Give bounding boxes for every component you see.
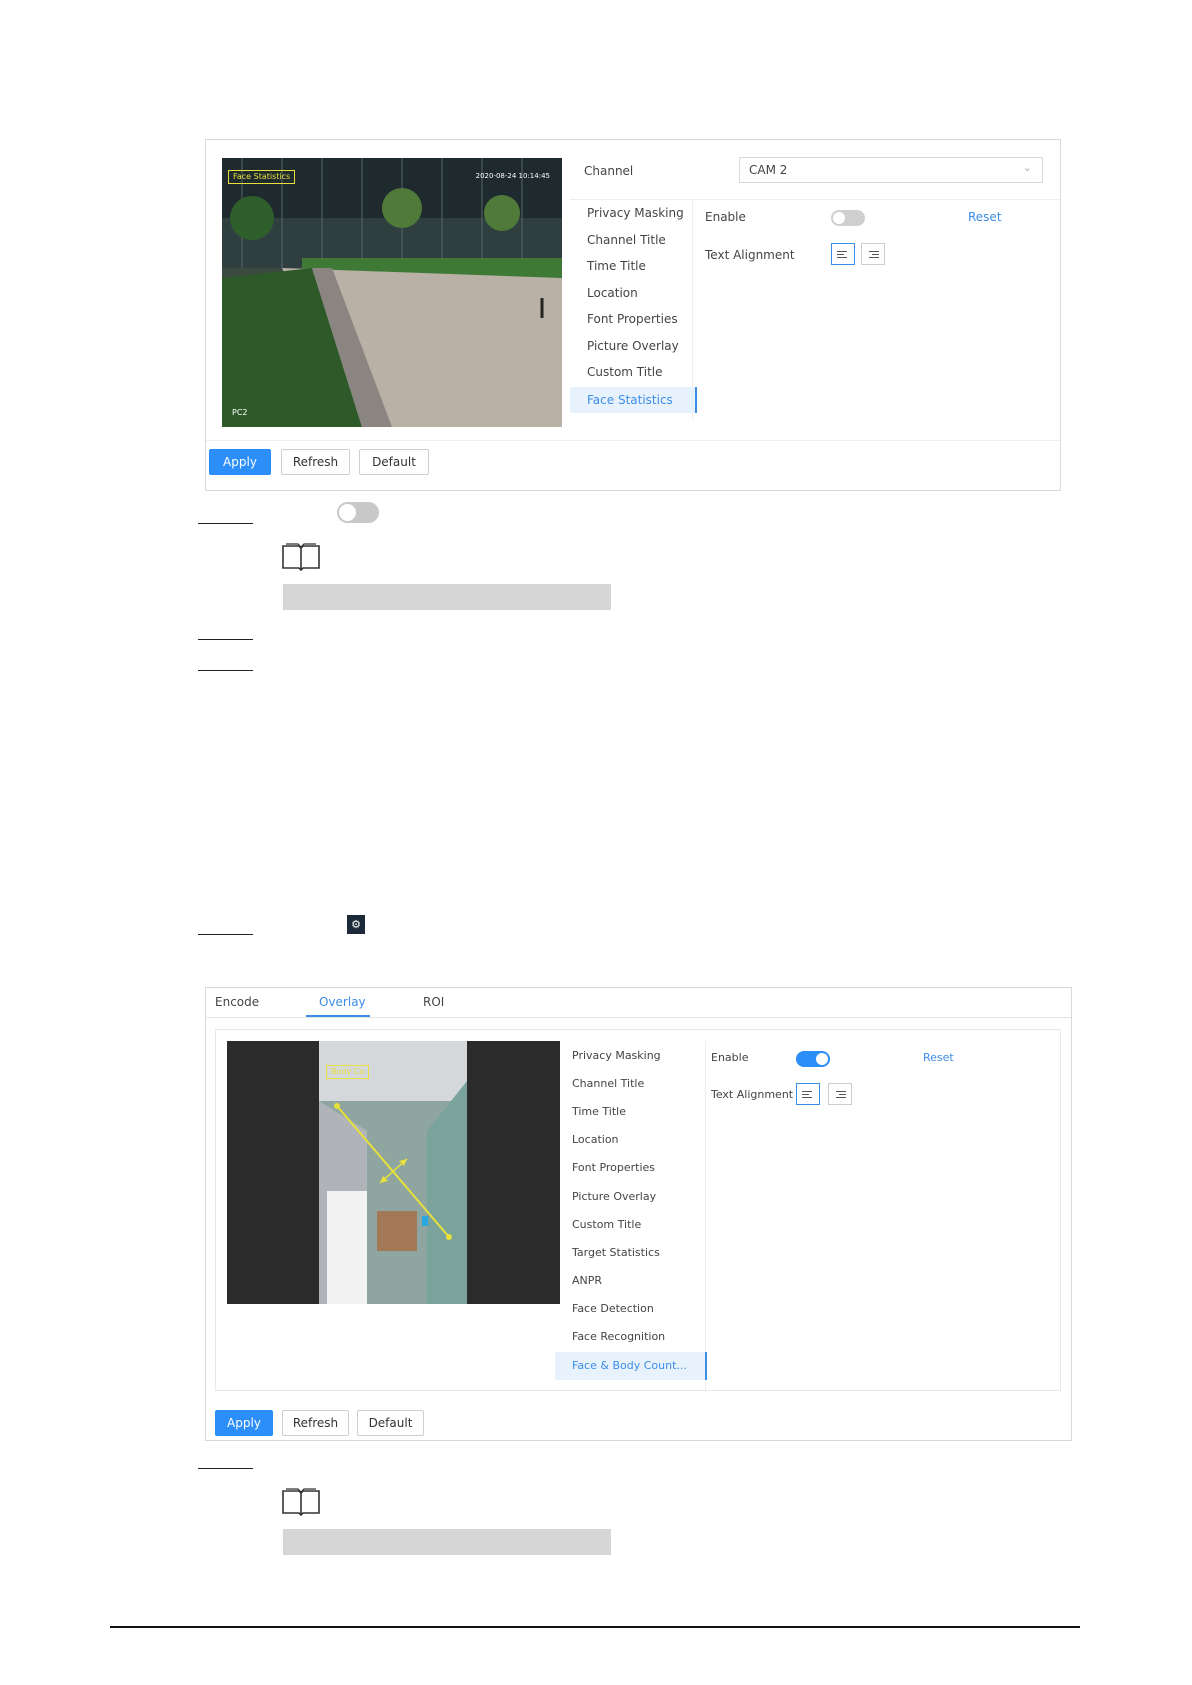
reset-link[interactable]: Reset bbox=[968, 210, 1002, 224]
inner-panel: Body Co Privacy Masking Channel Title Ti… bbox=[215, 1029, 1061, 1393]
step-underline bbox=[198, 934, 253, 935]
tab-overlay[interactable]: Overlay bbox=[319, 995, 366, 1009]
align-left-button[interactable] bbox=[831, 243, 855, 265]
menu-time-title[interactable]: Time Title bbox=[587, 259, 646, 273]
align-right-button-2[interactable] bbox=[828, 1083, 852, 1105]
body-count-overlay-label: Body Co bbox=[326, 1065, 370, 1079]
tab-divider bbox=[206, 1017, 1071, 1018]
menu-font-properties[interactable]: Font Properties bbox=[572, 1161, 655, 1174]
tab-encode[interactable]: Encode bbox=[215, 995, 259, 1009]
video-scene-2 bbox=[319, 1041, 467, 1304]
default-button-2[interactable]: Default bbox=[357, 1410, 424, 1436]
video-timestamp: 2020-08-24 10:14:45 bbox=[475, 172, 550, 180]
menu-face-recognition[interactable]: Face Recognition bbox=[572, 1330, 665, 1343]
refresh-button[interactable]: Refresh bbox=[281, 449, 350, 475]
video-scene bbox=[222, 158, 562, 427]
enable-label-2: Enable bbox=[711, 1051, 749, 1064]
menu-custom-title[interactable]: Custom Title bbox=[587, 365, 663, 379]
enable-label: Enable bbox=[705, 210, 746, 224]
chevron-down-icon: ⌄ bbox=[1022, 161, 1032, 174]
refresh-button-2[interactable]: Refresh bbox=[282, 1410, 349, 1436]
overlay-settings-panel-1: Face Statistics 2020-08-24 10:14:45 PC2 … bbox=[205, 139, 1061, 491]
text-alignment-label: Text Alignment bbox=[705, 248, 795, 262]
tab-roi[interactable]: ROI bbox=[423, 995, 444, 1009]
menu-target-statistics[interactable]: Target Statistics bbox=[572, 1246, 660, 1259]
menu-divider-2 bbox=[705, 1041, 706, 1393]
menu-anpr[interactable]: ANPR bbox=[572, 1274, 602, 1287]
default-button[interactable]: Default bbox=[359, 449, 429, 475]
note-bar bbox=[283, 1529, 611, 1555]
menu-privacy-masking[interactable]: Privacy Masking bbox=[587, 206, 684, 220]
overlay-settings-panel-2: Encode Overlay ROI Body Co Privacy Maski… bbox=[205, 987, 1072, 1441]
enable-toggle[interactable] bbox=[831, 210, 865, 226]
align-right-button[interactable] bbox=[861, 243, 885, 265]
menu-face-detection[interactable]: Face Detection bbox=[572, 1302, 654, 1315]
video-preview: Face Statistics 2020-08-24 10:14:45 PC2 bbox=[222, 158, 562, 427]
align-left-button-2[interactable] bbox=[796, 1083, 820, 1105]
toggle-off-icon bbox=[337, 502, 379, 523]
menu-face-statistics[interactable]: Face Statistics bbox=[570, 387, 697, 413]
step-underline bbox=[198, 523, 253, 524]
menu-location[interactable]: Location bbox=[587, 286, 638, 300]
reset-link-2[interactable]: Reset bbox=[923, 1051, 954, 1064]
menu-channel-title[interactable]: Channel Title bbox=[587, 233, 666, 247]
menu-custom-title[interactable]: Custom Title bbox=[572, 1218, 641, 1231]
video-corner-label: PC2 bbox=[232, 408, 248, 417]
divider bbox=[570, 199, 1060, 200]
enable-toggle-2[interactable] bbox=[796, 1051, 830, 1067]
channel-label: Channel bbox=[584, 164, 634, 178]
video-preview-2: Body Co bbox=[227, 1041, 560, 1304]
apply-button[interactable]: Apply bbox=[209, 449, 271, 475]
step-underline bbox=[198, 670, 253, 671]
text-alignment-label-2: Text Alignment bbox=[711, 1088, 794, 1101]
face-statistics-overlay-label: Face Statistics bbox=[228, 170, 296, 184]
footer-divider bbox=[206, 440, 1060, 441]
gear-icon: ⚙ bbox=[347, 915, 365, 934]
menu-location[interactable]: Location bbox=[572, 1133, 619, 1146]
menu-picture-overlay[interactable]: Picture Overlay bbox=[572, 1190, 656, 1203]
menu-time-title[interactable]: Time Title bbox=[572, 1105, 626, 1118]
apply-button-2[interactable]: Apply bbox=[215, 1410, 273, 1436]
page-footer-rule bbox=[110, 1626, 1080, 1628]
menu-font-properties[interactable]: Font Properties bbox=[587, 312, 678, 326]
step-underline bbox=[198, 639, 253, 640]
menu-face-body-count[interactable]: Face & Body Count... bbox=[555, 1352, 707, 1380]
channel-select[interactable]: CAM 2 ⌄ bbox=[739, 157, 1043, 183]
menu-privacy-masking[interactable]: Privacy Masking bbox=[572, 1049, 661, 1062]
step-underline bbox=[198, 1468, 253, 1469]
menu-picture-overlay[interactable]: Picture Overlay bbox=[587, 339, 679, 353]
note-bar bbox=[283, 584, 611, 610]
menu-channel-title[interactable]: Channel Title bbox=[572, 1077, 644, 1090]
channel-value: CAM 2 bbox=[749, 163, 788, 177]
book-icon bbox=[281, 1487, 321, 1521]
book-icon bbox=[281, 542, 321, 576]
